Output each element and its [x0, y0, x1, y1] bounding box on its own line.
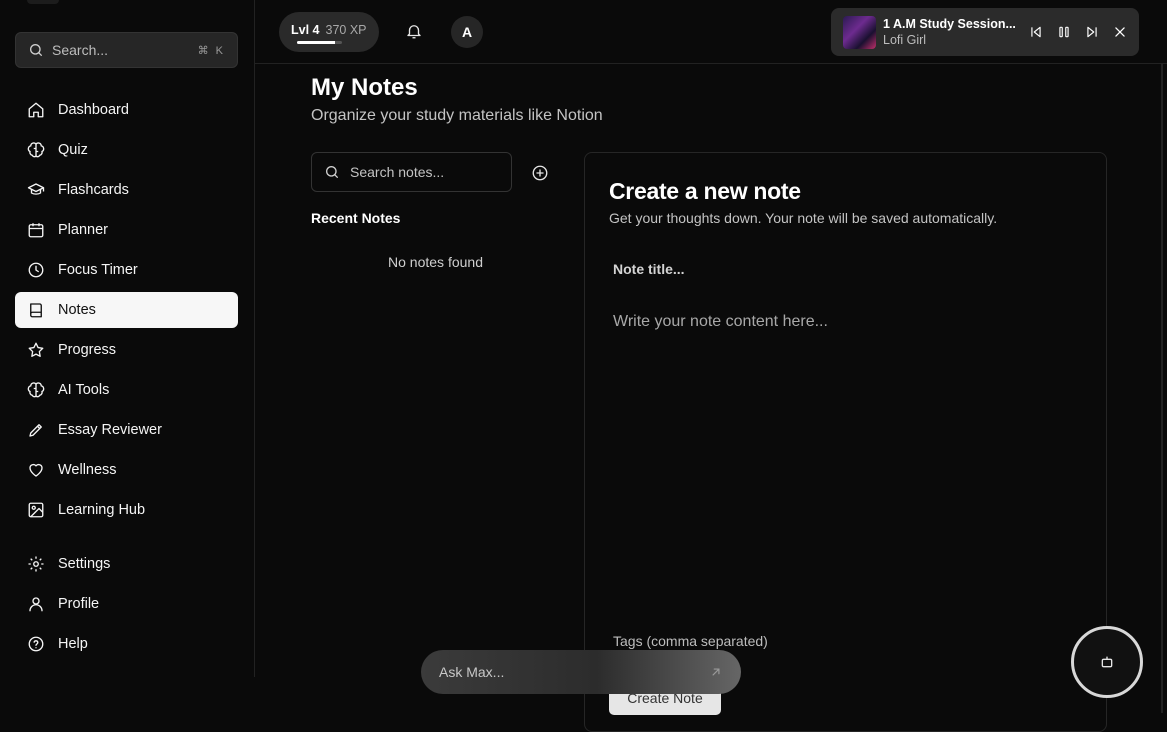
graduation-cap-icon: [27, 181, 45, 199]
sidebar-item-flashcards[interactable]: Flashcards: [15, 172, 238, 208]
send-arrow-icon[interactable]: [709, 665, 723, 679]
search-shortcut: ⌘ K: [197, 44, 225, 57]
top-header: Lvl 4 370 XP A 1 A.M Study Session... Lof…: [255, 0, 1167, 64]
track-artist: Lofi Girl: [883, 33, 927, 47]
note-content-input[interactable]: [609, 311, 1079, 611]
track-info: 1 A.M Study Session... Lofi Girl: [883, 17, 1019, 47]
xp-label: 370 XP: [325, 23, 367, 37]
recent-notes-heading: Recent Notes: [311, 210, 401, 226]
star-icon: [27, 341, 45, 359]
sidebar-item-ai-tools[interactable]: AI Tools: [15, 372, 238, 408]
empty-notes-message: No notes found: [388, 254, 483, 270]
sidebar-item-quiz[interactable]: Quiz: [15, 132, 238, 168]
skip-forward-icon[interactable]: [1085, 25, 1099, 39]
album-art: [843, 15, 876, 49]
sidebar-item-notes[interactable]: Notes: [15, 292, 238, 328]
book-icon: [27, 301, 45, 319]
skip-back-icon[interactable]: [1029, 25, 1043, 39]
level-label: Lvl 4: [291, 23, 320, 37]
pencil-icon: [27, 421, 45, 439]
sidebar-item-label: Essay Reviewer: [58, 422, 162, 438]
sidebar-item-label: Planner: [58, 222, 108, 238]
editor-heading: Create a new note: [609, 178, 801, 204]
add-note-icon[interactable]: [531, 164, 549, 182]
sidebar-nav: Dashboard Quiz Flashcards Planner Focus …: [15, 92, 238, 666]
sidebar-item-label: Progress: [58, 342, 117, 358]
sidebar-item-label: Quiz: [58, 142, 88, 158]
calendar-icon: [27, 221, 45, 239]
global-search-input[interactable]: Search... ⌘ K: [15, 32, 238, 68]
note-editor-card: Create a new note Get your thoughts down…: [584, 152, 1107, 732]
page-subtitle: Organize your study materials like Notio…: [311, 107, 603, 124]
player-controls: [1029, 25, 1127, 39]
sidebar-item-label: Help: [58, 636, 88, 652]
xp-progress-bar: [297, 41, 342, 44]
app-logo[interactable]: [27, 0, 59, 4]
sidebar-item-help[interactable]: Help: [15, 626, 238, 662]
clock-icon: [27, 261, 45, 279]
editor-description: Get your thoughts down. Your note will b…: [609, 210, 998, 226]
sidebar-item-wellness[interactable]: Wellness: [15, 452, 238, 488]
search-icon: [28, 42, 44, 58]
sidebar-item-learning-hub[interactable]: Learning Hub: [15, 492, 238, 528]
sidebar-item-label: Dashboard: [58, 102, 129, 118]
avatar[interactable]: A: [451, 16, 483, 48]
xp-progress-fill: [297, 41, 336, 44]
home-icon: [27, 101, 45, 119]
sidebar-item-profile[interactable]: Profile: [15, 586, 238, 622]
sidebar-item-focus-timer[interactable]: Focus Timer: [15, 252, 238, 288]
sidebar-item-progress[interactable]: Progress: [15, 332, 238, 368]
sidebar-item-settings[interactable]: Settings: [15, 546, 238, 582]
search-placeholder: Search...: [52, 42, 109, 58]
close-icon[interactable]: [1113, 25, 1127, 39]
help-circle-icon: [27, 635, 45, 653]
ask-assistant-bar: [421, 650, 741, 694]
sidebar-item-label: Settings: [58, 556, 111, 572]
bell-icon[interactable]: [405, 22, 423, 40]
image-icon: [27, 501, 45, 519]
sidebar-item-label: Wellness: [58, 462, 117, 478]
brain-icon: [27, 381, 45, 399]
sidebar-item-planner[interactable]: Planner: [15, 212, 238, 248]
brain-icon: [27, 141, 45, 159]
note-title-input[interactable]: [609, 253, 1079, 285]
bot-icon: [1099, 654, 1115, 670]
search-icon: [324, 164, 340, 180]
ask-assistant-input[interactable]: [439, 664, 709, 680]
gear-icon: [27, 555, 45, 573]
sidebar-item-dashboard[interactable]: Dashboard: [15, 92, 238, 128]
user-icon: [27, 595, 45, 613]
sidebar: Search... ⌘ K Dashboard Quiz Flashcards …: [0, 0, 255, 677]
pause-icon[interactable]: [1057, 25, 1071, 39]
scrollbar-track[interactable]: [1161, 64, 1163, 713]
notes-search-input[interactable]: [350, 164, 500, 180]
sidebar-item-label: Learning Hub: [58, 502, 146, 518]
level-badge[interactable]: Lvl 4 370 XP: [279, 12, 379, 52]
page-title: My Notes: [311, 74, 418, 101]
sidebar-item-label: Profile: [58, 596, 100, 612]
sidebar-item-label: Notes: [58, 302, 96, 318]
music-player: 1 A.M Study Session... Lofi Girl: [831, 8, 1139, 56]
assistant-bot-button[interactable]: [1071, 626, 1143, 698]
sidebar-item-label: Flashcards: [58, 182, 129, 198]
sidebar-item-essay-reviewer[interactable]: Essay Reviewer: [15, 412, 238, 448]
sidebar-item-label: Focus Timer: [58, 262, 138, 278]
heart-icon: [27, 461, 45, 479]
notes-search-box: [311, 152, 512, 192]
sidebar-item-label: AI Tools: [58, 382, 110, 398]
track-title: 1 A.M Study Session...: [883, 17, 1016, 31]
